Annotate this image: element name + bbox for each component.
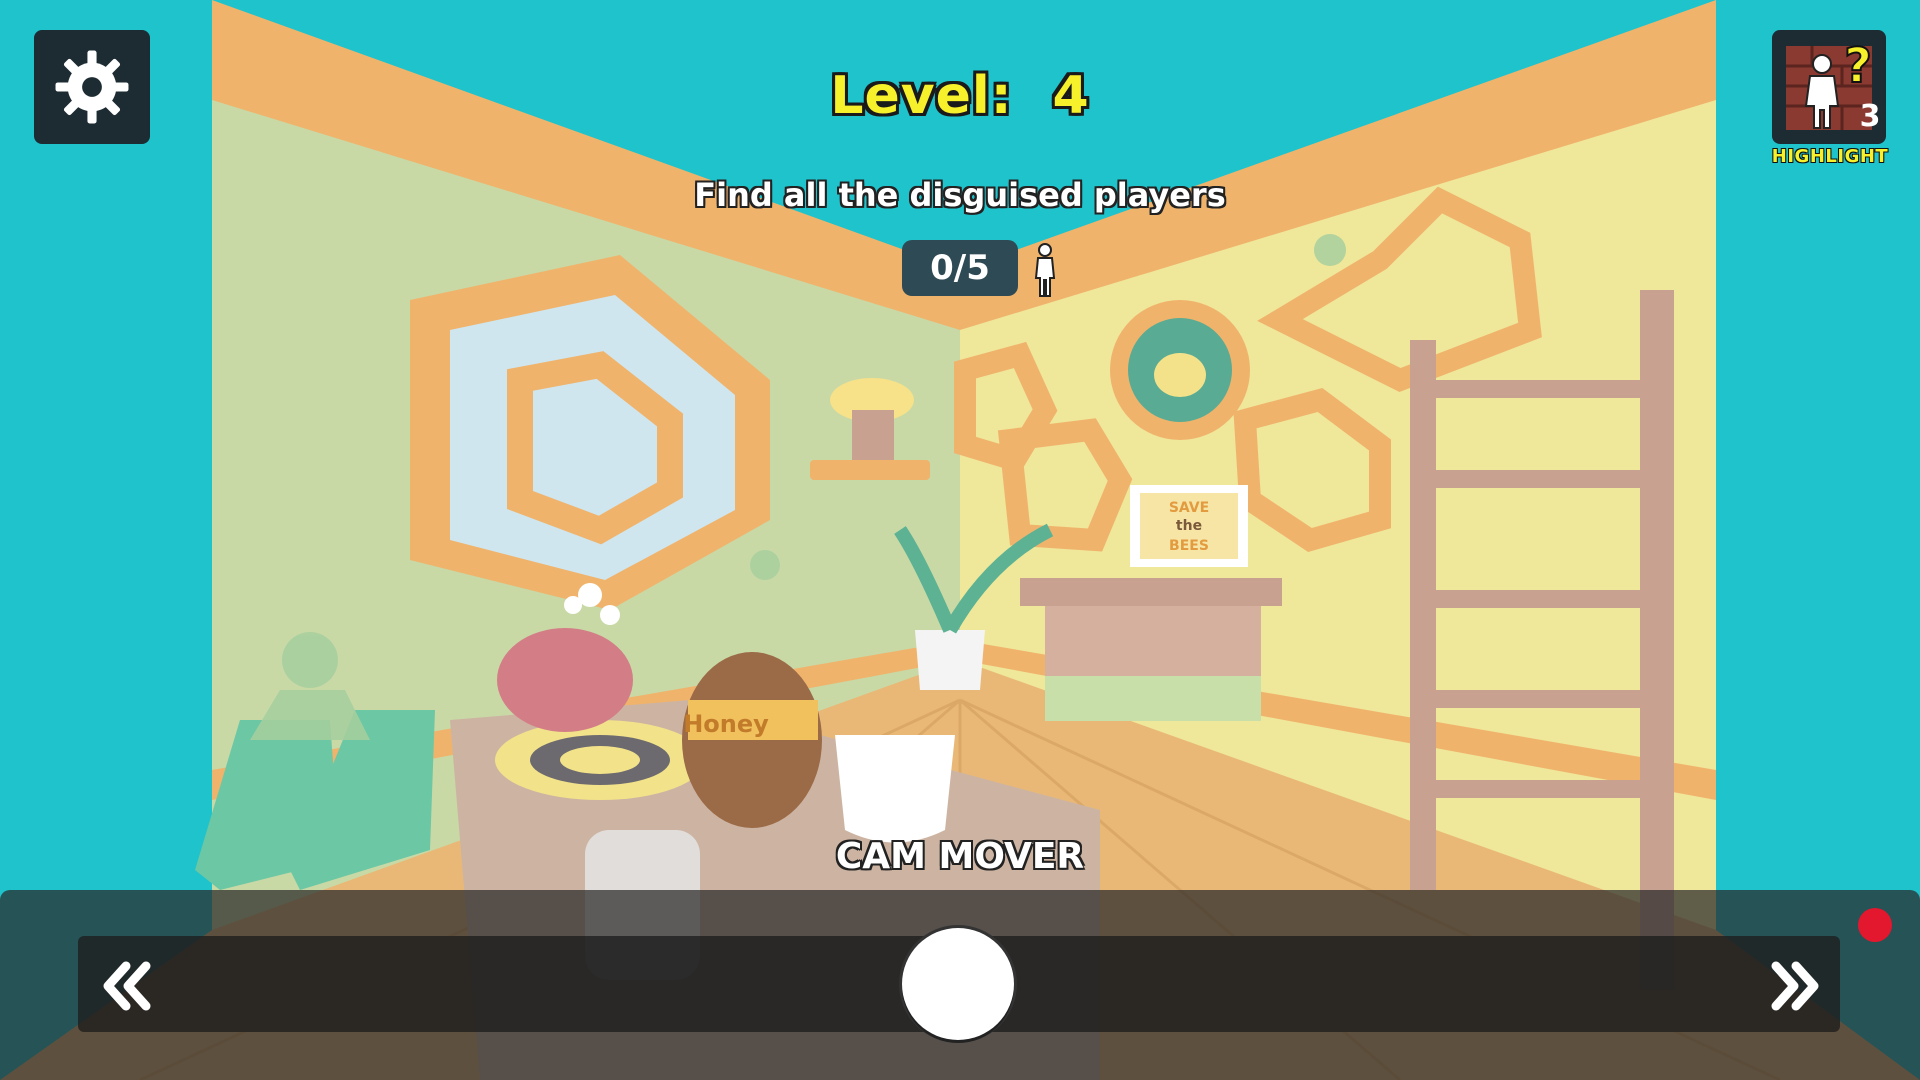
sign-line-3: BEES [1169, 538, 1209, 554]
question-mark: ? [1844, 38, 1872, 94]
cam-mover-thumb[interactable] [902, 928, 1014, 1040]
barrel-label: Honey [683, 710, 769, 738]
sign-line-1: SAVE [1169, 500, 1209, 516]
highlight-count: 3 [1860, 99, 1881, 134]
level-value: 4 [1052, 66, 1090, 126]
highlight-label: HIGHLIGHT [1771, 146, 1889, 167]
cam-mover-label: CAM MOVER [835, 836, 1085, 877]
found-counter: 0/5 [902, 240, 1018, 296]
sign-line-2: the [1176, 518, 1202, 534]
double-chevron-right-icon[interactable] [1766, 956, 1826, 1016]
disguised-person-icon: ? 3 [1786, 37, 1881, 134]
person-icon [1034, 243, 1056, 297]
level-indicator: Level: 4 [0, 66, 1920, 126]
double-chevron-left-icon[interactable] [96, 956, 156, 1016]
record-indicator [1858, 908, 1892, 942]
objective-text: Find all the disguised players [694, 176, 1226, 214]
level-label: Level: [830, 66, 1013, 126]
highlight-button[interactable]: ? 3 [1772, 30, 1886, 144]
